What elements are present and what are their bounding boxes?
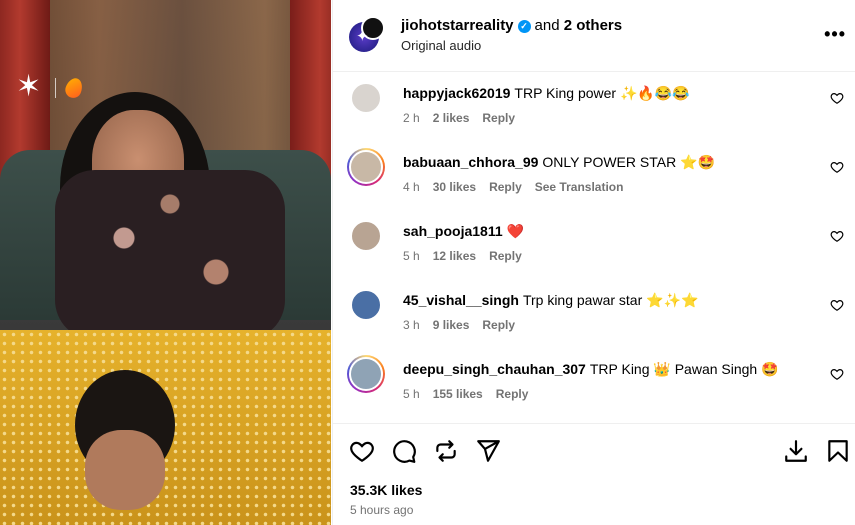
reply-button[interactable]: Reply bbox=[482, 111, 515, 125]
comment-text: ONLY POWER STAR ⭐🤩 bbox=[542, 154, 715, 170]
collab-others-link[interactable]: 2 others bbox=[564, 17, 622, 34]
post-media[interactable]: ✶ bbox=[0, 0, 331, 525]
comment-text: Trp king pawar star ⭐✨⭐ bbox=[522, 292, 699, 308]
like-comment-heart-icon[interactable] bbox=[830, 160, 844, 174]
commenter-avatar-story[interactable] bbox=[347, 355, 385, 393]
comment-text: TRP King 👑 Pawan Singh 🤩 bbox=[589, 361, 779, 377]
share-paper-plane-icon[interactable] bbox=[475, 438, 501, 464]
comment-time: 5 h bbox=[403, 387, 420, 401]
comment-likes[interactable]: 155 likes bbox=[433, 387, 483, 401]
comment-item: sah_pooja1811 ❤️ 5 h 12 likes Reply bbox=[333, 211, 855, 280]
verified-badge-icon: ✓ bbox=[517, 20, 531, 33]
reply-button[interactable]: Reply bbox=[482, 318, 515, 332]
repost-icon[interactable] bbox=[433, 438, 459, 464]
comment-item: happyjack62019 TRP King power ✨🔥😂😂 2 h 2 l… bbox=[333, 73, 855, 142]
comment-username[interactable]: happyjack62019 bbox=[403, 85, 510, 101]
commenter-avatar[interactable] bbox=[350, 289, 382, 321]
author-username[interactable]: jiohotstarreality bbox=[401, 17, 514, 34]
commenter-avatar[interactable] bbox=[350, 82, 382, 114]
comment-likes[interactable]: 2 likes bbox=[433, 111, 470, 125]
comment-item: deepu_singh_chauhan_307 TRP King 👑 Pawan … bbox=[333, 349, 855, 418]
original-audio-link[interactable]: Original audio bbox=[401, 38, 481, 53]
comment-item: 45_vishal__singh Trp king pawar star ⭐✨⭐ … bbox=[333, 280, 855, 349]
collab-text: and 2 others bbox=[534, 17, 623, 34]
star-icon: ✦ bbox=[356, 28, 369, 45]
post-actions-bar: 35.3K likes 5 hours ago bbox=[333, 423, 855, 525]
comment-time: 5 h bbox=[403, 249, 420, 263]
comment-username[interactable]: babuaan_chhora_99 bbox=[403, 154, 538, 170]
comment-time: 3 h bbox=[403, 318, 420, 332]
comment-text: TRP King power ✨🔥😂😂 bbox=[514, 85, 690, 101]
more-options-icon[interactable]: ••• bbox=[824, 24, 846, 45]
author-avatar[interactable]: ✦ bbox=[349, 16, 385, 52]
comment-likes[interactable]: 30 likes bbox=[433, 180, 476, 194]
comment-username[interactable]: sah_pooja1811 bbox=[403, 223, 503, 239]
download-icon[interactable] bbox=[783, 438, 809, 464]
author-line: jiohotstarreality ✓ and 2 others bbox=[401, 17, 622, 34]
comment-likes[interactable]: 9 likes bbox=[433, 318, 470, 332]
like-comment-heart-icon[interactable] bbox=[830, 91, 844, 105]
see-translation-button[interactable]: See Translation bbox=[535, 180, 624, 194]
like-heart-icon[interactable] bbox=[349, 438, 375, 464]
comment-text: ❤️ bbox=[506, 223, 525, 239]
comment-item: babuaan_chhora_99 ONLY POWER STAR ⭐🤩 4 h 3… bbox=[333, 142, 855, 211]
comment-username[interactable]: 45_vishal__singh bbox=[403, 292, 519, 308]
commenter-avatar-story[interactable] bbox=[347, 148, 385, 186]
post-details-pane: ✦ jiohotstarreality ✓ and 2 others Origina… bbox=[332, 0, 855, 525]
comment-bubble-icon[interactable] bbox=[391, 438, 417, 464]
like-comment-heart-icon[interactable] bbox=[830, 229, 844, 243]
like-comment-heart-icon[interactable] bbox=[830, 298, 844, 312]
logo-separator bbox=[55, 78, 56, 98]
likes-count[interactable]: 35.3K likes bbox=[350, 482, 422, 498]
post-header: ✦ jiohotstarreality ✓ and 2 others Origina… bbox=[333, 0, 855, 72]
man-face bbox=[85, 430, 165, 510]
commenter-avatar[interactable] bbox=[350, 220, 382, 252]
comment-likes[interactable]: 12 likes bbox=[433, 249, 476, 263]
woman-blouse bbox=[55, 170, 285, 340]
hotstar-logo-icon: ✶ bbox=[16, 70, 42, 103]
reply-button[interactable]: Reply bbox=[496, 387, 529, 401]
reply-button[interactable]: Reply bbox=[489, 180, 522, 194]
comments-list[interactable]: happyjack62019 TRP King power ✨🔥😂😂 2 h 2 l… bbox=[333, 73, 855, 423]
comment-time: 4 h bbox=[403, 180, 420, 194]
comment-time: 2 h bbox=[403, 111, 420, 125]
comment-username[interactable]: deepu_singh_chauhan_307 bbox=[403, 361, 586, 377]
post-timestamp[interactable]: 5 hours ago bbox=[350, 503, 413, 517]
reply-button[interactable]: Reply bbox=[489, 249, 522, 263]
save-bookmark-icon[interactable] bbox=[825, 438, 851, 464]
like-comment-heart-icon[interactable] bbox=[830, 367, 844, 381]
